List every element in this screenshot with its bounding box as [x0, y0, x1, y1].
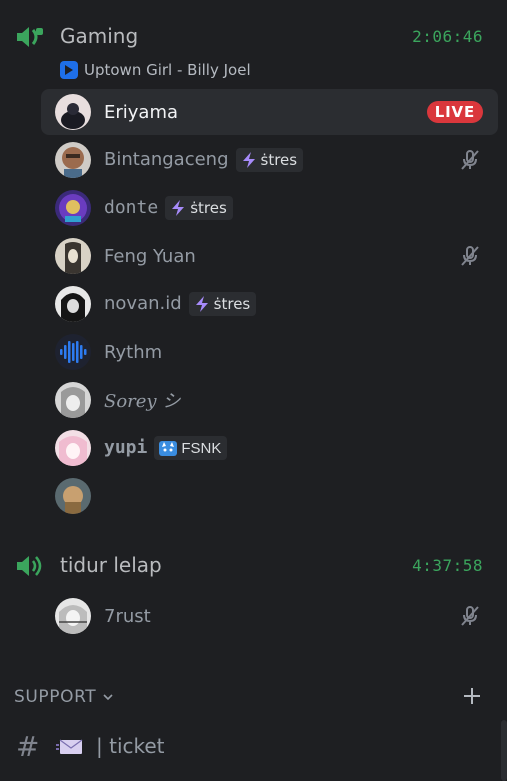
voice-user-yupi[interactable]: yupi FSNK [41, 425, 498, 471]
avatar [55, 382, 91, 418]
avatar [55, 430, 91, 466]
user-name: 7rust [104, 605, 151, 627]
voice-user-7rust[interactable]: 7rust [41, 593, 498, 639]
scrollbar-thumb[interactable] [501, 720, 507, 781]
user-tag: ṡtres [165, 196, 233, 220]
tag-text: FSNK [181, 439, 222, 457]
user-tag: ṡtres [235, 148, 304, 172]
mic-muted-icon [461, 606, 479, 626]
user-tag: ṡtres [188, 292, 257, 316]
channel-timer: 2:06:46 [412, 26, 483, 46]
user-name: Feng Yuan [104, 245, 196, 267]
channel-activity: Uptown Girl - Billy Joel [60, 59, 251, 81]
avatar [55, 190, 91, 226]
voice-channel-tidur-lelap[interactable]: tidur lelap 4:37:58 [0, 545, 507, 585]
text-channel-ticket[interactable]: # | ticket [16, 729, 165, 763]
voice-speaker-icon [17, 27, 43, 47]
play-icon [60, 61, 78, 79]
tag-text: ṡtres [260, 151, 298, 169]
scrollbar[interactable] [501, 720, 507, 781]
hash-icon: # [16, 729, 40, 763]
voice-user-feng-yuan[interactable]: Feng Yuan [41, 233, 498, 279]
user-name: yupi [104, 437, 148, 458]
lightning-icon [242, 152, 255, 168]
user-name: Sorey シ [104, 391, 181, 412]
mic-muted-icon [461, 150, 479, 170]
lightning-icon [195, 296, 208, 312]
user-name: Rythm [104, 341, 163, 363]
lightning-icon [172, 200, 185, 216]
user-name: novan.id [104, 293, 182, 314]
voice-user-bintangaceng[interactable]: Bintangaceng ṡtres [41, 137, 498, 183]
user-name: Eriyama [104, 101, 179, 123]
category-support[interactable]: SUPPORT [14, 687, 114, 707]
avatar [55, 478, 91, 514]
voice-speaker-icon [17, 556, 42, 576]
voice-user-sorey[interactable]: Sorey シ [41, 377, 498, 423]
user-name: Bintangaceng [104, 149, 229, 170]
voice-user-eriyama[interactable]: Eriyama LIVE [41, 89, 498, 135]
avatar [55, 142, 91, 178]
category-label: SUPPORT [14, 687, 97, 707]
avatar [55, 238, 91, 274]
channel-name: Gaming [60, 24, 139, 48]
tag-text: ṡtres [213, 295, 251, 313]
user-name-wrap: Bintangaceng ṡtres [104, 148, 304, 172]
channel-label: | ticket [96, 734, 165, 758]
voice-user-novan[interactable]: novan.id ṡtres [41, 281, 498, 327]
activity-text: Uptown Girl - Billy Joel [84, 61, 251, 79]
voice-user-rythm[interactable]: Rythm [41, 329, 498, 375]
user-name-wrap: yupi FSNK [104, 436, 228, 460]
avatar [55, 334, 91, 370]
channel-name: tidur lelap [60, 553, 162, 577]
voice-channel-gaming[interactable]: Gaming 2:06:46 [0, 16, 507, 56]
tag-text: ṡtres [190, 199, 227, 217]
user-name-wrap: novan.id ṡtres [104, 292, 257, 316]
voice-user-donte[interactable]: donte ṡtres [41, 185, 498, 231]
user-name-wrap: donte ṡtres [104, 196, 233, 220]
cat-icon [159, 441, 178, 456]
user-name: donte [104, 197, 159, 218]
mic-muted-icon [461, 246, 479, 266]
add-channel-icon[interactable] [462, 686, 482, 706]
live-badge: LIVE [426, 101, 483, 123]
avatar [55, 598, 91, 634]
avatar [55, 286, 91, 322]
channel-timer: 4:37:58 [412, 555, 483, 575]
envelope-icon [56, 739, 83, 754]
voice-user-unnamed[interactable] [41, 473, 498, 519]
avatar [55, 94, 91, 130]
chevron-down-icon [103, 694, 113, 701]
user-tag: FSNK [154, 436, 228, 460]
